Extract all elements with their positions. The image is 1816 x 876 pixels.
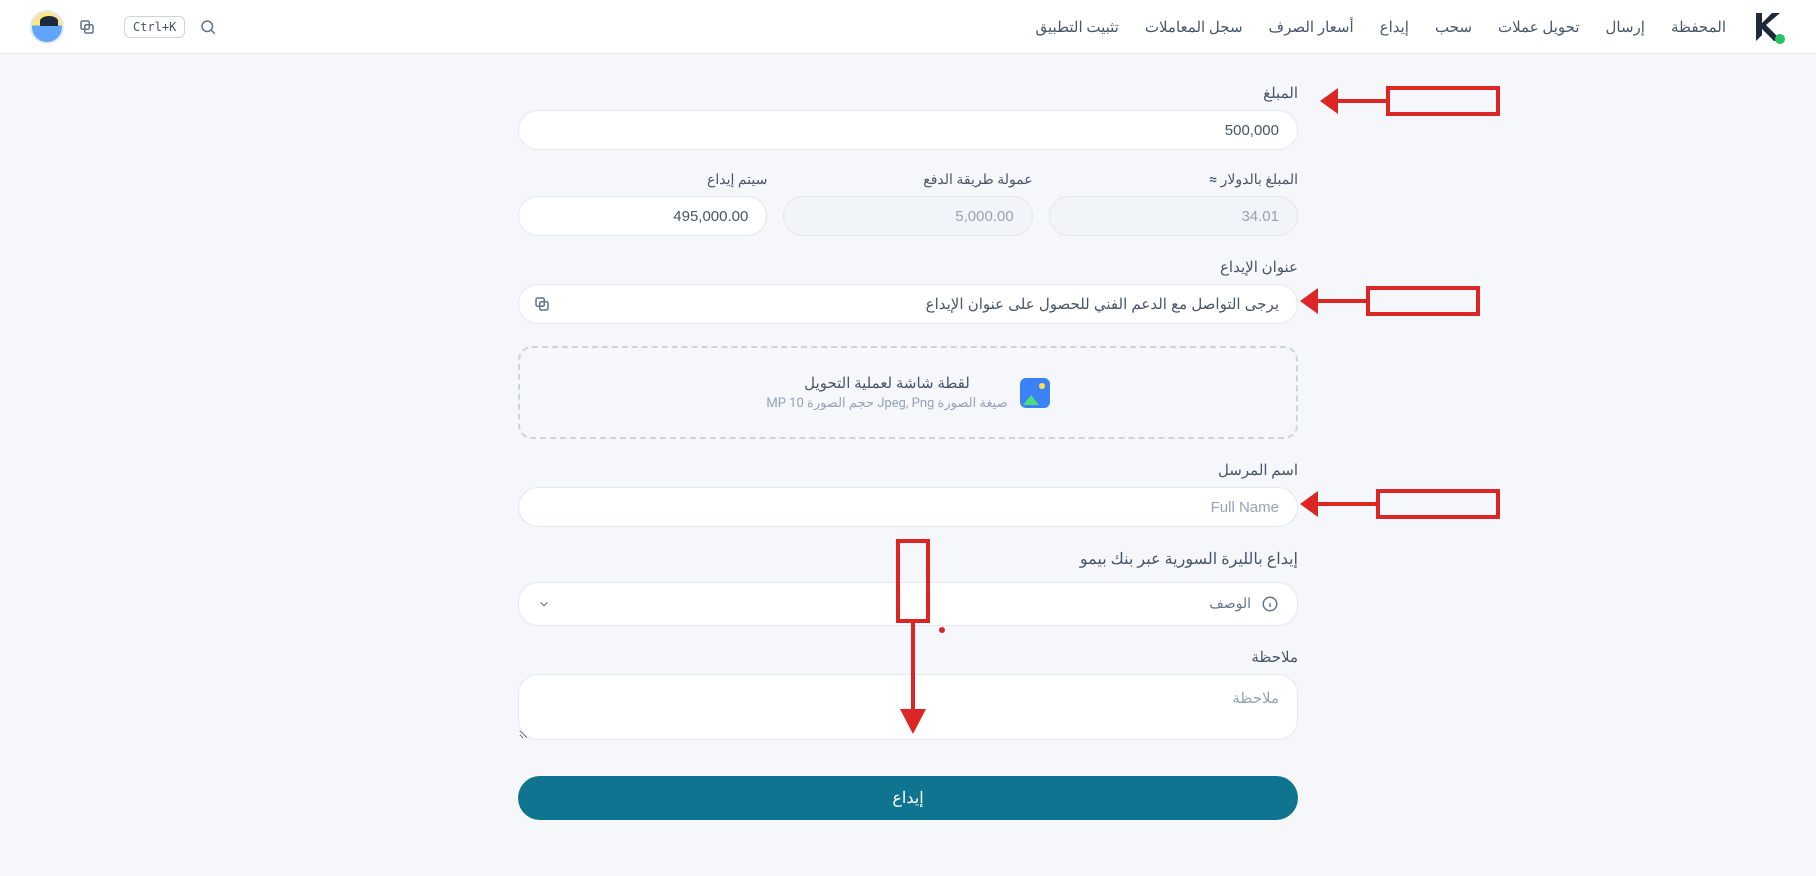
- upload-title: لقطة شاشة لعملية التحويل: [766, 374, 1007, 392]
- usd-label: المبلغ بالدولار ≈: [1049, 172, 1298, 188]
- address-input: [518, 284, 1298, 324]
- nav-send[interactable]: إرسال: [1606, 18, 1645, 36]
- shortcut-hint: Ctrl+K: [124, 16, 185, 38]
- user-avatar[interactable]: [30, 10, 64, 44]
- description-accordion[interactable]: الوصف: [518, 582, 1298, 626]
- main-nav: المحفظة إرسال تحويل عملات سحب إيداع أسعا…: [241, 18, 1726, 36]
- submit-button[interactable]: إيداع: [518, 776, 1298, 820]
- copy-icon: [533, 295, 551, 313]
- nav-deposit[interactable]: إيداع: [1380, 18, 1409, 36]
- chevron-down-icon: [537, 597, 551, 611]
- nav-install[interactable]: تثبيت التطبيق: [1036, 18, 1119, 36]
- deposit-form: المبلغ المبلغ بالدولار ≈ عمولة طريقة الد…: [498, 54, 1318, 860]
- upload-hint: صيغة الصورة Jpeg, Png حجم الصورة 10 MP: [766, 396, 1007, 411]
- copy-icon[interactable]: [78, 18, 96, 36]
- arrow-annotation-2: [1298, 278, 1488, 324]
- nav-withdraw[interactable]: سحب: [1435, 18, 1472, 36]
- app-header: المحفظة إرسال تحويل عملات سحب إيداع أسعا…: [0, 0, 1816, 54]
- screenshot-upload[interactable]: لقطة شاشة لعملية التحويل صيغة الصورة Jpe…: [518, 346, 1298, 439]
- net-label: سيتم إيداع: [518, 172, 767, 188]
- note-label: ملاحظة: [518, 648, 1298, 666]
- nav-wallet[interactable]: المحفظة: [1671, 18, 1726, 36]
- copy-address-button[interactable]: [530, 292, 554, 316]
- search-icon[interactable]: [199, 18, 217, 36]
- header-tools: Ctrl+K: [30, 10, 217, 44]
- image-icon: [1020, 378, 1050, 408]
- indicator-dot: [939, 627, 945, 633]
- usd-input: [1049, 196, 1298, 236]
- arrow-annotation-1: [1318, 78, 1508, 124]
- note-input[interactable]: [518, 674, 1298, 740]
- sender-label: اسم المرسل: [518, 461, 1298, 479]
- method-title: إيداع بالليرة السورية عبر بنك بيمو: [518, 549, 1298, 568]
- amount-input[interactable]: [518, 110, 1298, 150]
- arrow-annotation-3: [1298, 481, 1508, 527]
- amount-label: المبلغ: [518, 84, 1298, 102]
- description-label: الوصف: [1209, 596, 1251, 612]
- info-icon: [1261, 595, 1279, 613]
- fee-label: عمولة طريقة الدفع: [783, 172, 1032, 188]
- net-input: [518, 196, 767, 236]
- nav-exchange[interactable]: تحويل عملات: [1498, 18, 1580, 36]
- nav-rates[interactable]: أسعار الصرف: [1269, 18, 1354, 36]
- address-label: عنوان الإيداع: [518, 258, 1298, 276]
- brand-logo[interactable]: [1750, 9, 1786, 45]
- fee-input: [783, 196, 1032, 236]
- sender-input[interactable]: [518, 487, 1298, 527]
- nav-transactions[interactable]: سجل المعاملات: [1145, 18, 1243, 36]
